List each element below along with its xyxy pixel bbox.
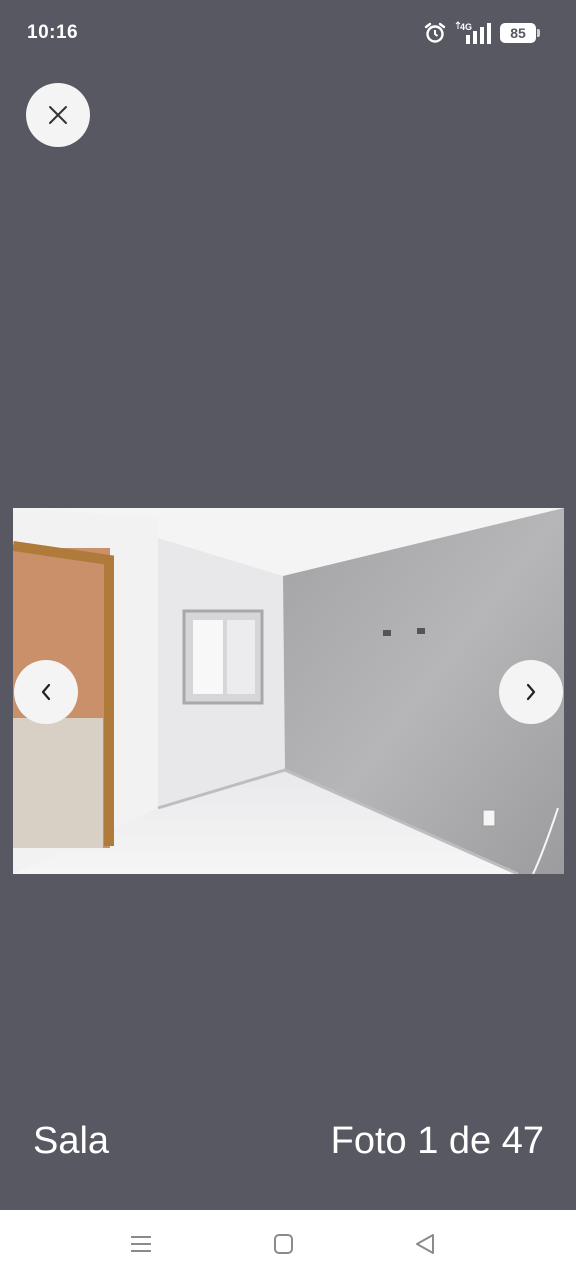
signal-icon: 4G [455,21,491,44]
home-icon[interactable] [273,1232,295,1256]
chevron-right-icon [526,683,536,701]
status-bar: 10:16 4G 85 [0,0,576,66]
network-type-label: 4G [460,22,472,32]
close-icon [49,106,67,124]
previous-photo-button[interactable] [14,660,78,724]
room-photo [13,508,564,874]
close-button[interactable] [26,83,90,147]
back-icon[interactable] [414,1232,436,1256]
status-icons: 4G 85 [424,20,540,46]
alarm-icon [424,22,446,43]
status-time: 10:16 [27,22,79,43]
photo-counter: Foto 1 de 47 [330,1120,544,1162]
next-photo-button[interactable] [499,660,563,724]
battery-icon: 85 [500,23,540,43]
system-navigation-bar [0,1210,576,1280]
chevron-left-icon [41,683,51,701]
room-photo-image [13,508,564,874]
photo-caption: Sala [33,1120,110,1162]
menu-icon[interactable] [130,1232,152,1256]
